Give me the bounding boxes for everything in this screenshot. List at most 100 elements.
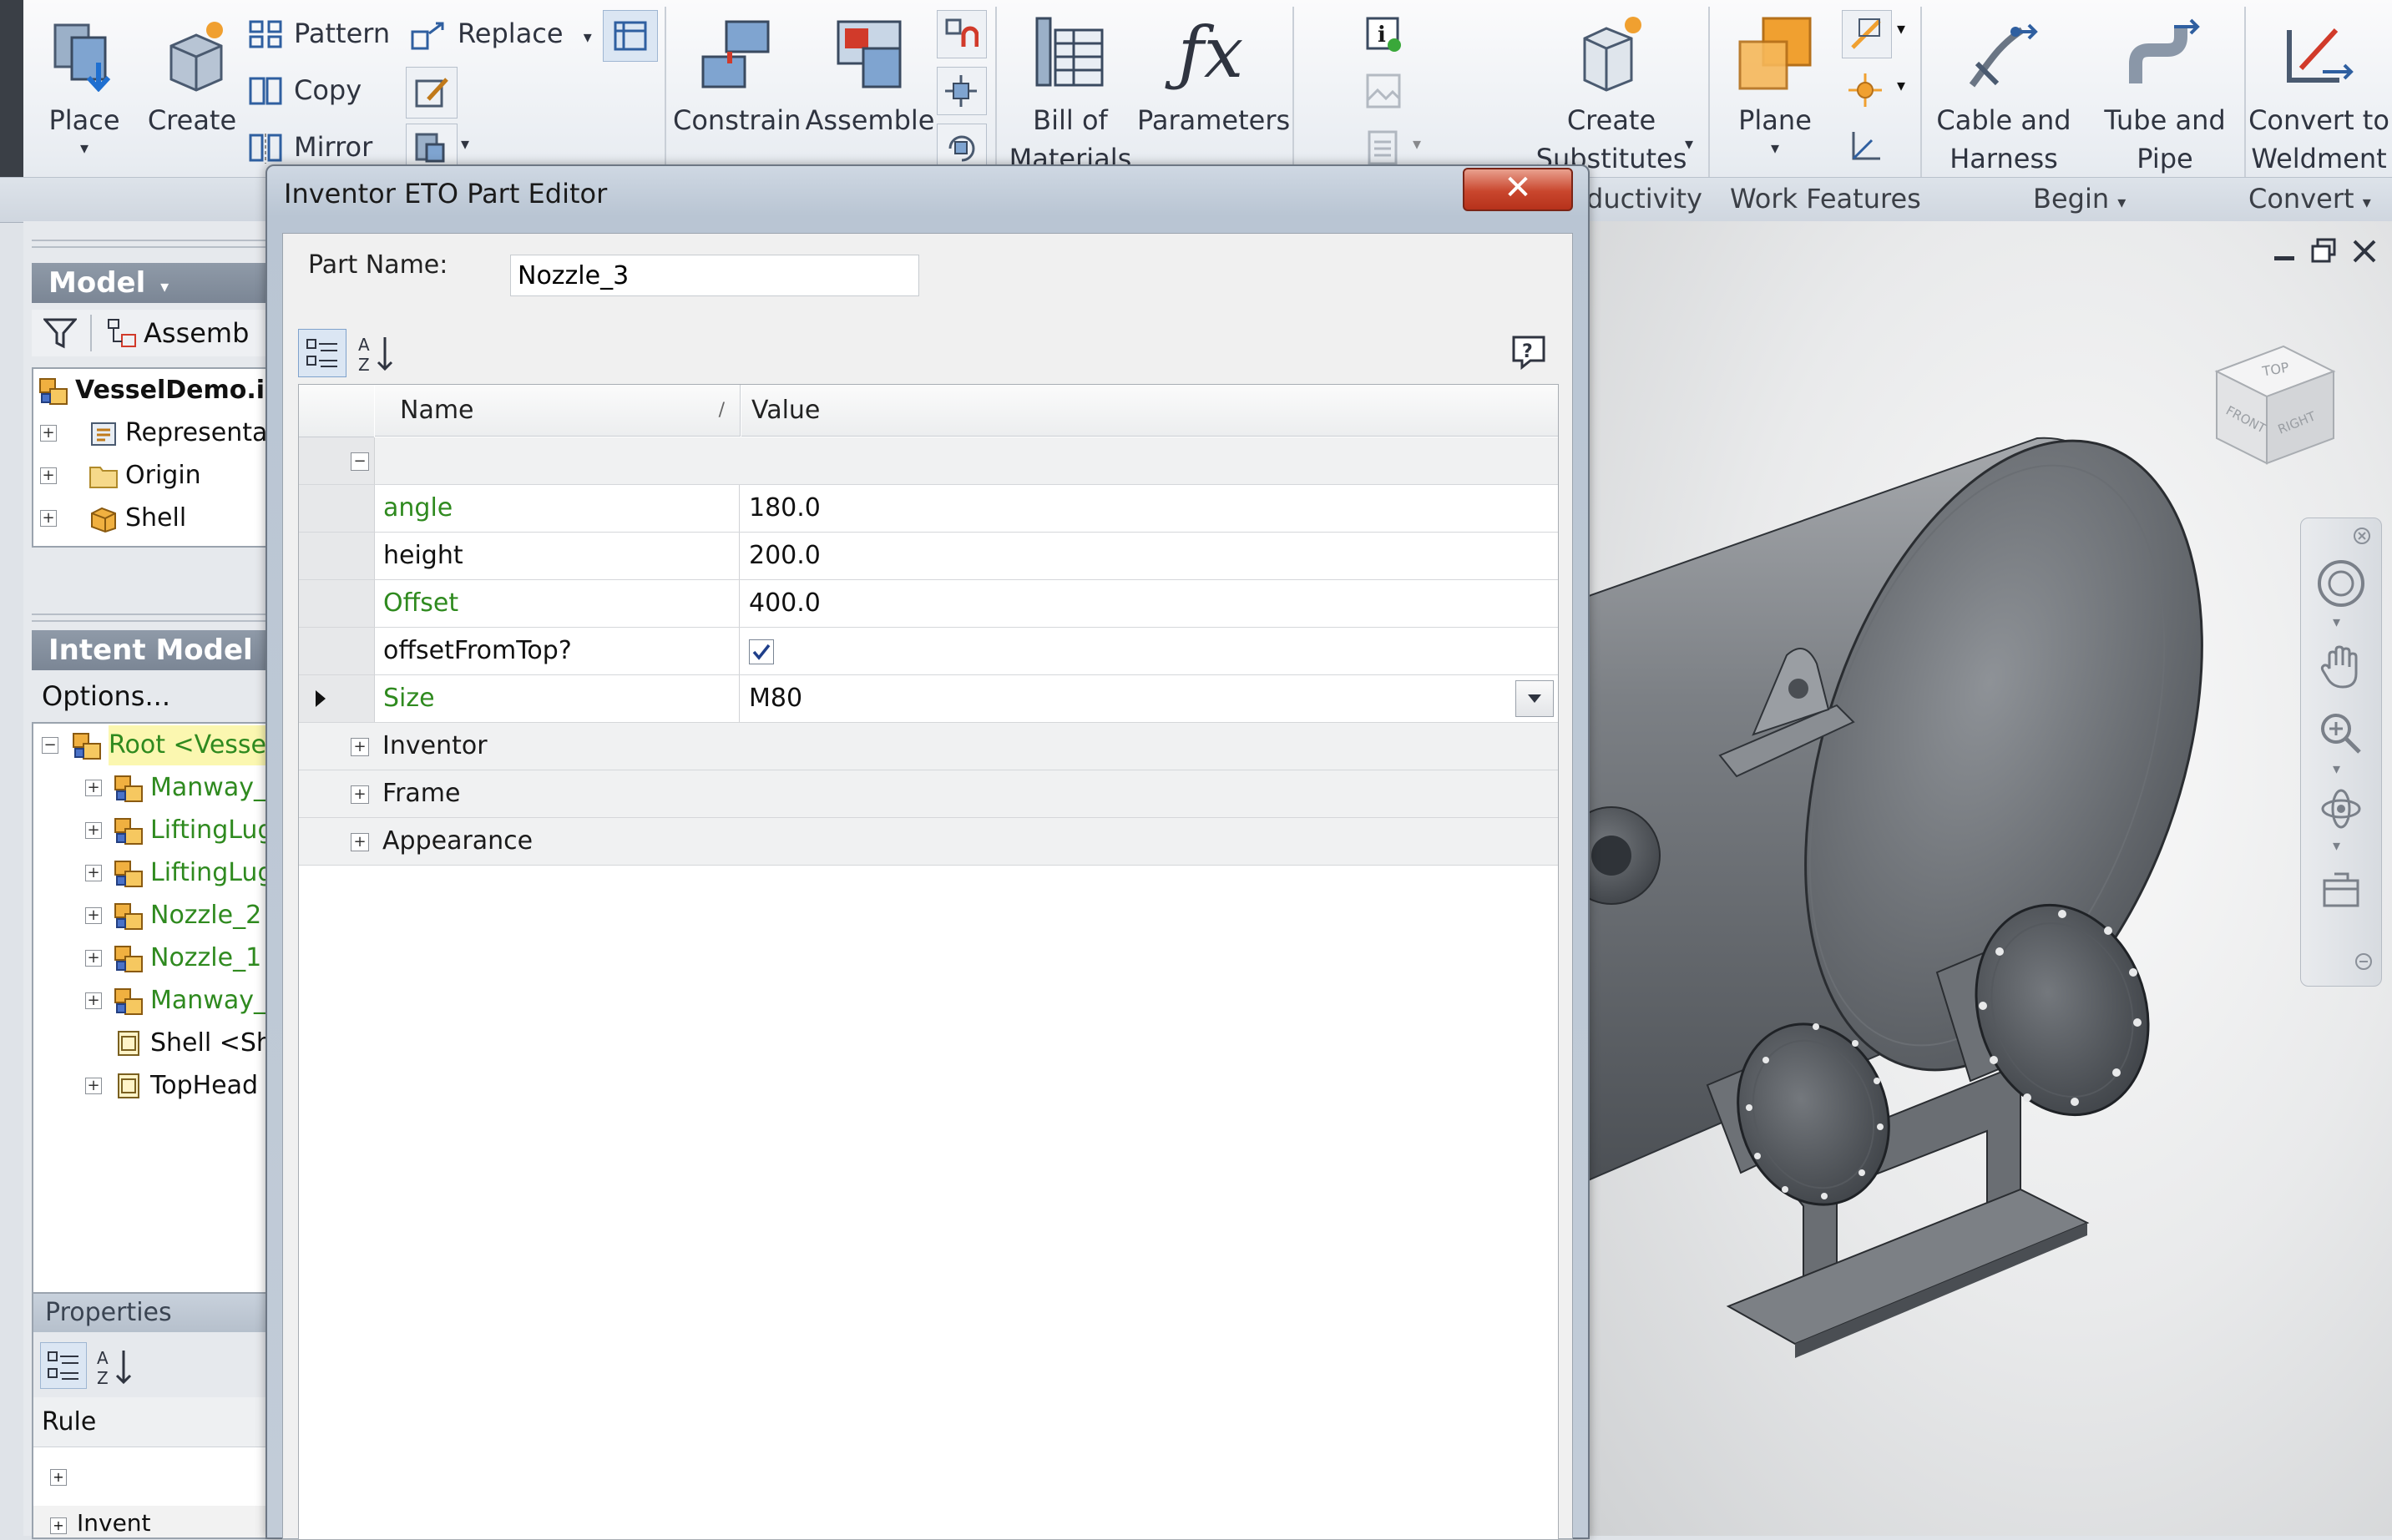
- alphabetical-view-button[interactable]: AZ: [353, 329, 400, 376]
- property-row-height[interactable]: height 200.0: [299, 533, 1558, 580]
- rule-column-header[interactable]: Rule: [33, 1397, 276, 1447]
- orbit-icon[interactable]: [2318, 785, 2364, 832]
- filter-icon[interactable]: [43, 318, 77, 350]
- name-column-header[interactable]: Name /: [375, 385, 741, 437]
- edit-button[interactable]: [406, 67, 458, 119]
- category-row-inventor[interactable]: + Inventor: [299, 723, 1558, 770]
- cable-and-harness-button[interactable]: Cable and Harness: [1929, 8, 2079, 174]
- ilogic-info-button[interactable]: i: [1359, 10, 1408, 57]
- property-value[interactable]: 400.0: [741, 580, 1557, 627]
- expand-icon[interactable]: +: [85, 780, 102, 796]
- expand-icon[interactable]: +: [50, 1517, 67, 1534]
- dropdown-button[interactable]: [1515, 680, 1554, 717]
- assembly-view-label[interactable]: Assemb: [144, 315, 249, 351]
- graphics-viewport[interactable]: TOP FRONT RIGHT ▾ ▾ ▾: [1586, 221, 2392, 1536]
- axis-button[interactable]: [1842, 10, 1892, 58]
- property-row-angle[interactable]: angle 180.0: [299, 485, 1558, 533]
- expand-icon[interactable]: +: [85, 865, 102, 881]
- minimize-icon[interactable]: [2269, 238, 2299, 268]
- pan-hand-icon[interactable]: [2319, 644, 2363, 690]
- categorized-view-button[interactable]: [40, 1342, 87, 1389]
- property-value[interactable]: 180.0: [741, 485, 1557, 532]
- close-icon[interactable]: [2353, 527, 2371, 545]
- pane-grip[interactable]: [32, 613, 274, 622]
- categorized-view-button[interactable]: [298, 329, 346, 377]
- mirror-label: Mirror: [294, 131, 373, 163]
- expand-icon[interactable]: +: [50, 1469, 67, 1486]
- tube-and-pipe-button[interactable]: Tube and Pipe: [2087, 8, 2243, 174]
- tree-node-label: LiftingLug: [150, 815, 274, 845]
- panel-label-convert[interactable]: Convert ▾: [2248, 177, 2371, 221]
- categorized-icon: [48, 1351, 78, 1380]
- panel-label-productivity[interactable]: ductivity: [1586, 177, 1702, 221]
- asm-icon: [114, 986, 144, 1016]
- panel-label-work-features[interactable]: Work Features: [1730, 177, 1921, 221]
- plane-button[interactable]: Plane ▾: [1717, 8, 1833, 167]
- alphabetical-view-button[interactable]: AZ: [95, 1346, 137, 1387]
- property-row-offset[interactable]: Offset 400.0: [299, 580, 1558, 628]
- component-tool-icon: [415, 133, 445, 163]
- options-link[interactable]: Options...: [42, 677, 170, 715]
- help-button[interactable]: ?: [1505, 329, 1552, 376]
- view-face-icon[interactable]: [2319, 869, 2363, 912]
- panel-label-begin[interactable]: Begin ▾: [2033, 177, 2126, 221]
- collapse-icon[interactable]: −: [351, 452, 369, 471]
- restore-icon[interactable]: [2309, 236, 2339, 266]
- view-cube[interactable]: TOP FRONT RIGHT: [2192, 330, 2350, 472]
- replace-all-button[interactable]: [603, 10, 658, 62]
- pattern-button[interactable]: Pattern: [249, 15, 390, 52]
- expand-icon[interactable]: +: [351, 738, 369, 756]
- category-row-frame[interactable]: + Frame: [299, 770, 1558, 818]
- collapse-icon[interactable]: −: [42, 737, 58, 754]
- constrain-label: Constrain: [673, 104, 802, 136]
- property-row-offset-from-top[interactable]: offsetFromTop?: [299, 628, 1558, 675]
- constrain-button[interactable]: Constrain: [673, 8, 802, 167]
- expand-icon[interactable]: +: [85, 950, 102, 967]
- offset-from-top-checkbox[interactable]: [749, 639, 774, 664]
- value-column-header[interactable]: Value: [741, 385, 1558, 437]
- part-name-label: Part Name:: [308, 250, 448, 280]
- pane-grip[interactable]: [32, 240, 274, 248]
- zoom-icon[interactable]: [2318, 710, 2364, 757]
- expand-icon[interactable]: +: [351, 833, 369, 851]
- joint-button[interactable]: [937, 10, 987, 58]
- size-dropdown[interactable]: M80: [741, 675, 1557, 722]
- doc-icon: [114, 1028, 144, 1058]
- expand-icon[interactable]: +: [85, 822, 102, 839]
- replace-button[interactable]: Replace ▾: [411, 15, 592, 55]
- properties-header[interactable]: Properties: [33, 1294, 276, 1332]
- chevron-down-icon: ▾: [1897, 75, 1906, 95]
- expand-icon[interactable]: +: [85, 1078, 102, 1094]
- convert-to-weldment-button[interactable]: Convert to Weldment: [2246, 8, 2392, 174]
- expand-icon[interactable]: +: [85, 907, 102, 924]
- bill-of-materials-button[interactable]: Bill of Materials: [1004, 8, 1137, 174]
- intent-model-header[interactable]: Intent Model: [32, 630, 274, 670]
- customize-icon[interactable]: [2354, 952, 2373, 971]
- steering-wheel-icon[interactable]: [2316, 558, 2366, 608]
- expand-icon[interactable]: +: [351, 785, 369, 804]
- cable-label-line2: Harness: [1950, 143, 2058, 174]
- dialog-close-button[interactable]: ✕: [1463, 168, 1573, 211]
- expand-icon[interactable]: +: [40, 510, 57, 527]
- assembly-view-icon: [108, 319, 136, 347]
- property-value[interactable]: 200.0: [741, 533, 1557, 579]
- expand-icon[interactable]: +: [40, 425, 57, 442]
- create-substitutes-button[interactable]: Create Substitutes ▾: [1520, 8, 1703, 174]
- assemble-button[interactable]: Assemble: [803, 8, 937, 167]
- create-button[interactable]: Create: [142, 8, 242, 167]
- properties-pane: Properties AZ Rule + + Invent: [32, 1292, 277, 1539]
- property-row-size[interactable]: Size M80: [299, 675, 1558, 723]
- expand-icon[interactable]: +: [40, 467, 57, 484]
- work-point-button[interactable]: [1842, 67, 1890, 114]
- place-button[interactable]: Place ▾: [38, 8, 130, 167]
- parameters-button[interactable]: ƒx Parameters: [1137, 8, 1290, 167]
- expand-icon[interactable]: +: [85, 992, 102, 1009]
- ucs-button[interactable]: [1842, 124, 1890, 170]
- part-name-input[interactable]: [510, 255, 919, 296]
- category-row-appearance[interactable]: + Appearance: [299, 818, 1558, 866]
- move-component-button[interactable]: [937, 67, 987, 115]
- model-pane-header[interactable]: Model ▾: [32, 263, 274, 303]
- mirror-button[interactable]: Mirror: [249, 129, 372, 165]
- close-icon[interactable]: [2349, 236, 2379, 266]
- copy-button[interactable]: Copy: [249, 72, 362, 109]
